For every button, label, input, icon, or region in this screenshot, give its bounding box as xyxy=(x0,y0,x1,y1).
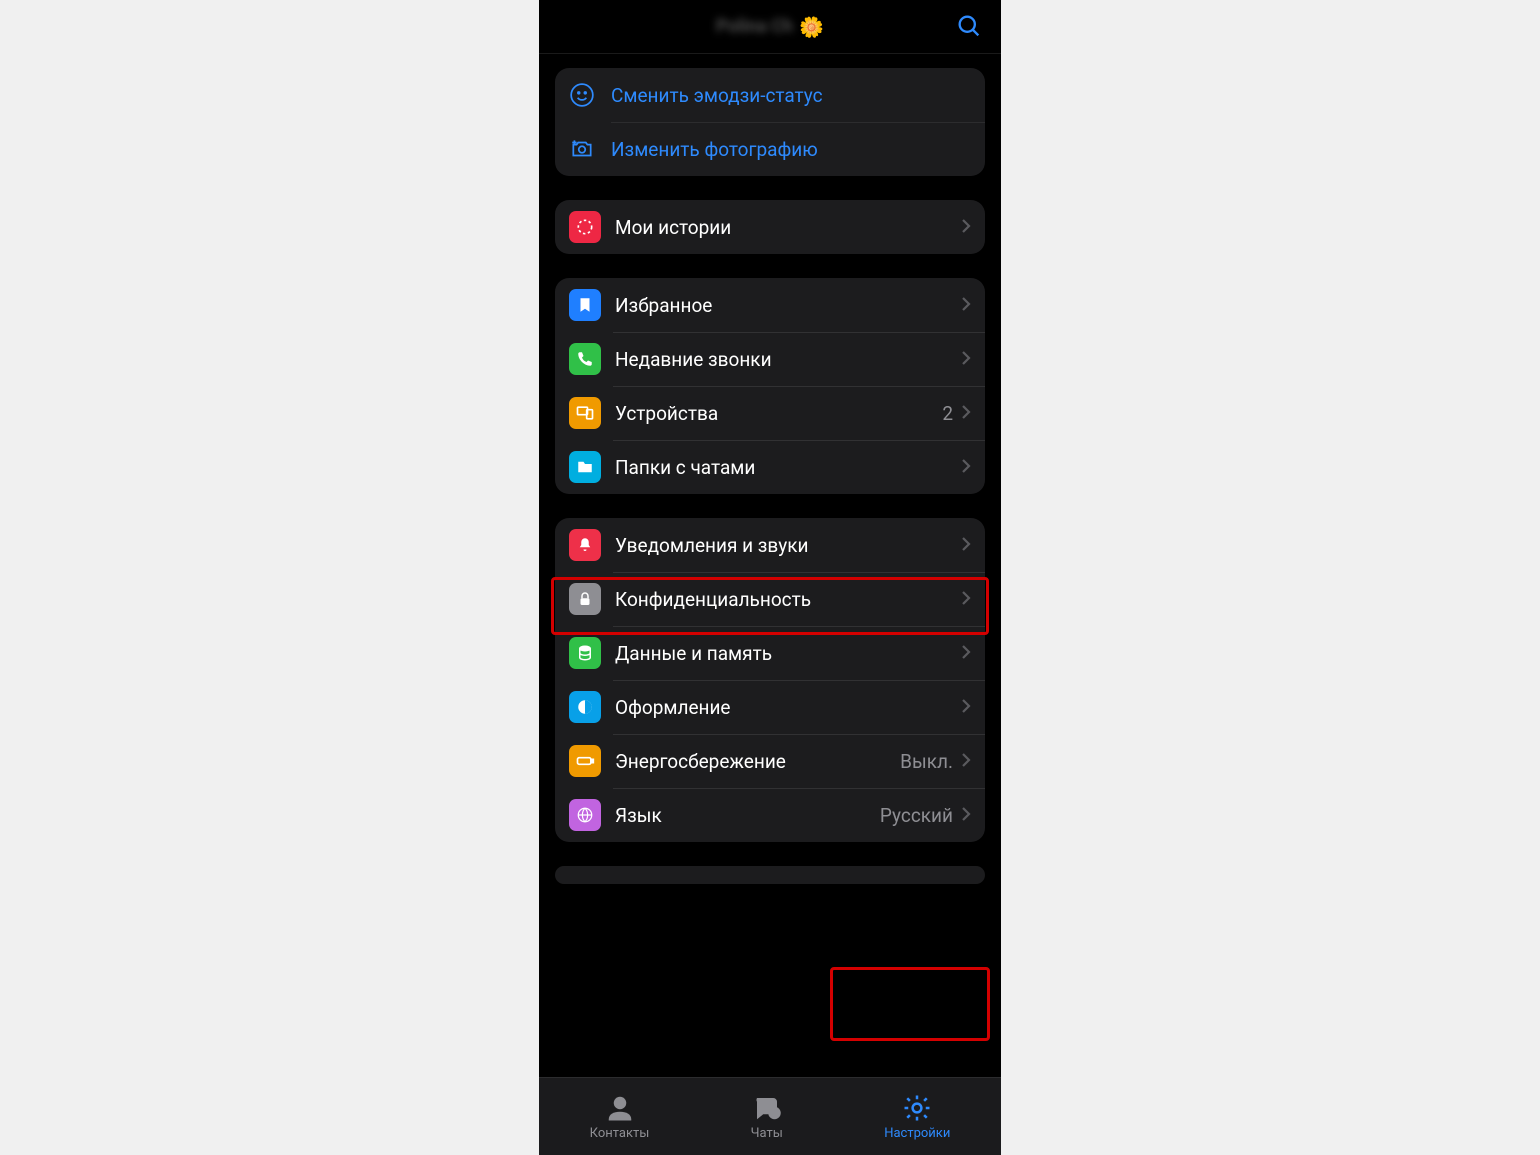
power-saving-value: Выкл. xyxy=(900,750,953,773)
language-value: Русский xyxy=(880,804,953,827)
language-row[interactable]: Язык Русский xyxy=(555,788,985,842)
phone-frame: Polina Ch 🌼 Сменить эмодзи-статус Измени… xyxy=(539,0,1001,1155)
next-card-peek xyxy=(555,866,985,884)
tab-contacts[interactable]: Контакты xyxy=(590,1093,650,1141)
appearance-label: Оформление xyxy=(615,696,961,719)
privacy-label: Конфиденциальность xyxy=(615,588,961,611)
chevron-right-icon xyxy=(961,294,971,317)
recent-calls-label: Недавние звонки xyxy=(615,348,961,371)
tab-contacts-label: Контакты xyxy=(590,1126,650,1141)
contacts-icon xyxy=(605,1093,635,1123)
username-blurred: Polina Ch xyxy=(716,16,793,37)
my-stories-row[interactable]: Мои истории xyxy=(555,200,985,254)
change-photo-button[interactable]: Изменить фотографию xyxy=(555,122,985,176)
chevron-right-icon xyxy=(961,456,971,479)
chats-icon xyxy=(752,1093,782,1123)
change-photo-label: Изменить фотографию xyxy=(611,138,818,161)
change-emoji-status-label: Сменить эмодзи-статус xyxy=(611,84,823,107)
tab-bar: Контакты Чаты Настройки xyxy=(539,1077,1001,1155)
chevron-right-icon xyxy=(961,534,971,557)
favorites-label: Избранное xyxy=(615,294,961,317)
profile-actions-card: Сменить эмодзи-статус Изменить фотографи… xyxy=(555,68,985,176)
chat-folders-label: Папки с чатами xyxy=(615,456,961,479)
change-emoji-status-button[interactable]: Сменить эмодзи-статус xyxy=(555,68,985,122)
recent-calls-row[interactable]: Недавние звонки xyxy=(555,332,985,386)
chevron-right-icon xyxy=(961,588,971,611)
devices-icon xyxy=(569,397,601,429)
bell-icon xyxy=(569,529,601,561)
power-saving-label: Энергосбережение xyxy=(615,750,900,773)
globe-icon xyxy=(569,799,601,831)
gear-icon xyxy=(902,1093,932,1123)
chevron-right-icon xyxy=(961,750,971,773)
privacy-row[interactable]: Конфиденциальность xyxy=(555,572,985,626)
language-label: Язык xyxy=(615,804,880,827)
settings-content: Сменить эмодзи-статус Изменить фотографи… xyxy=(539,54,1001,884)
data-storage-label: Данные и память xyxy=(615,642,961,665)
bookmark-icon xyxy=(569,289,601,321)
phone-icon xyxy=(569,343,601,375)
flower-emoji: 🌼 xyxy=(799,15,824,39)
chevron-right-icon xyxy=(961,642,971,665)
tab-settings[interactable]: Настройки xyxy=(884,1093,950,1141)
appearance-row[interactable]: Оформление xyxy=(555,680,985,734)
stories-icon xyxy=(569,211,601,243)
notifications-row[interactable]: Уведомления и звуки xyxy=(555,518,985,572)
lock-icon xyxy=(569,583,601,615)
my-stories-label: Мои истории xyxy=(615,216,961,239)
chevron-right-icon xyxy=(961,402,971,425)
power-saving-row[interactable]: Энергосбережение Выкл. xyxy=(555,734,985,788)
chat-folders-row[interactable]: Папки с чатами xyxy=(555,440,985,494)
camera-icon xyxy=(569,136,603,162)
devices-count: 2 xyxy=(942,402,953,425)
contrast-icon xyxy=(569,691,601,723)
devices-label: Устройства xyxy=(615,402,942,425)
favorites-row[interactable]: Избранное xyxy=(555,278,985,332)
settings-card: Уведомления и звуки Конфиденциальность Д… xyxy=(555,518,985,842)
data-storage-row[interactable]: Данные и память xyxy=(555,626,985,680)
header-bar: Polina Ch 🌼 xyxy=(539,0,1001,54)
tab-chats[interactable]: Чаты xyxy=(751,1093,783,1141)
notifications-label: Уведомления и звуки xyxy=(615,534,961,557)
header-title: Polina Ch 🌼 xyxy=(716,15,824,39)
stories-card: Мои истории xyxy=(555,200,985,254)
search-icon[interactable] xyxy=(955,12,983,44)
tab-settings-label: Настройки xyxy=(884,1126,950,1141)
chevron-right-icon xyxy=(961,216,971,239)
chevron-right-icon xyxy=(961,696,971,719)
smiley-icon xyxy=(569,82,603,108)
highlight-settings-tab xyxy=(830,967,990,1041)
database-icon xyxy=(569,637,601,669)
devices-row[interactable]: Устройства 2 xyxy=(555,386,985,440)
chevron-right-icon xyxy=(961,348,971,371)
folder-icon xyxy=(569,451,601,483)
battery-icon xyxy=(569,745,601,777)
chevron-right-icon xyxy=(961,804,971,827)
tab-chats-label: Чаты xyxy=(751,1126,783,1141)
chats-card: Избранное Недавние звонки Устройства 2 xyxy=(555,278,985,494)
